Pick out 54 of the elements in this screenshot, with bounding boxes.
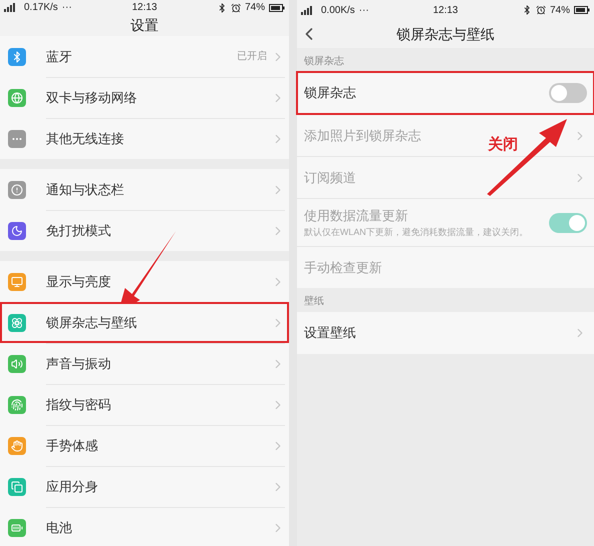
screen-title: 设置 <box>130 16 158 35</box>
toggle-switch[interactable] <box>549 83 587 103</box>
settings-item[interactable]: 锁屏杂志 <box>297 72 594 114</box>
settings-item[interactable]: 声音与振动 <box>0 343 289 384</box>
screen-title: 锁屏杂志与壁纸 <box>396 24 496 44</box>
item-label: 其他无线连接 <box>46 130 125 148</box>
item-label: 免打扰模式 <box>46 222 112 240</box>
settings-item[interactable]: 免打扰模式 <box>0 210 289 251</box>
item-label: 双卡与移动网络 <box>46 89 138 108</box>
item-label: 设置壁纸 <box>304 324 356 342</box>
bluetooth-icon <box>217 2 227 12</box>
section-header: 锁屏杂志 <box>304 54 344 69</box>
settings-item[interactable]: 其他无线连接 <box>0 118 289 159</box>
item-subtitle: 默认仅在WLAN下更新，避免消耗数据流量，建议关闭。 <box>304 226 528 238</box>
item-label: 使用数据流量更新 <box>304 207 408 225</box>
settings-item[interactable]: 设置壁纸 <box>297 312 594 354</box>
battery-percent: 74% <box>550 4 570 18</box>
item-label: 声音与振动 <box>46 355 112 374</box>
more-indicator: ··· <box>358 4 369 18</box>
settings-item[interactable]: 显示与亮度 <box>0 261 289 302</box>
network-speed: 0.17K/s <box>24 1 58 15</box>
status-time: 12:13 <box>432 4 459 18</box>
item-label: 指纹与密码 <box>46 396 112 414</box>
settings-item[interactable]: 锁屏杂志与壁纸 <box>0 302 289 343</box>
item-label: 应用分身 <box>46 478 99 496</box>
item-label: 手动检查更新 <box>304 258 382 277</box>
item-label: 通知与状态栏 <box>46 180 125 199</box>
settings-item[interactable]: 指纹与密码 <box>0 384 289 425</box>
item-value: 已开启 <box>237 50 267 64</box>
annotation-label: 关闭 <box>488 135 518 155</box>
settings-item[interactable]: 蓝牙 已开启 <box>0 36 289 77</box>
item-label: 锁屏杂志 <box>304 84 356 102</box>
battery-icon <box>574 6 590 14</box>
alarm-icon <box>536 5 546 15</box>
item-label: 手势体感 <box>46 437 99 456</box>
item-label: 订阅频道 <box>304 168 356 187</box>
battery-icon <box>269 4 286 12</box>
section-header: 壁纸 <box>304 294 324 309</box>
more-indicator: ··· <box>62 1 72 15</box>
item-label: 显示与亮度 <box>46 272 112 291</box>
settings-item[interactable]: 应用分身 <box>0 466 289 507</box>
settings-item[interactable]: 通知与状态栏 <box>0 169 289 210</box>
settings-item[interactable]: 手势体感 <box>0 425 289 466</box>
battery-percent: 74% <box>245 1 266 15</box>
settings-item[interactable]: 双卡与移动网络 <box>0 77 289 118</box>
status-time: 12:13 <box>130 1 158 15</box>
item-label: 电池 <box>46 519 73 538</box>
alarm-icon <box>231 2 241 12</box>
item-label: 蓝牙 <box>46 48 73 66</box>
network-speed: 0.00K/s <box>321 4 355 18</box>
item-label: 添加照片到锁屏杂志 <box>304 126 421 145</box>
item-label: 锁屏杂志与壁纸 <box>46 314 138 332</box>
bluetooth-icon <box>522 5 532 15</box>
settings-item[interactable]: 电池 <box>0 507 289 546</box>
